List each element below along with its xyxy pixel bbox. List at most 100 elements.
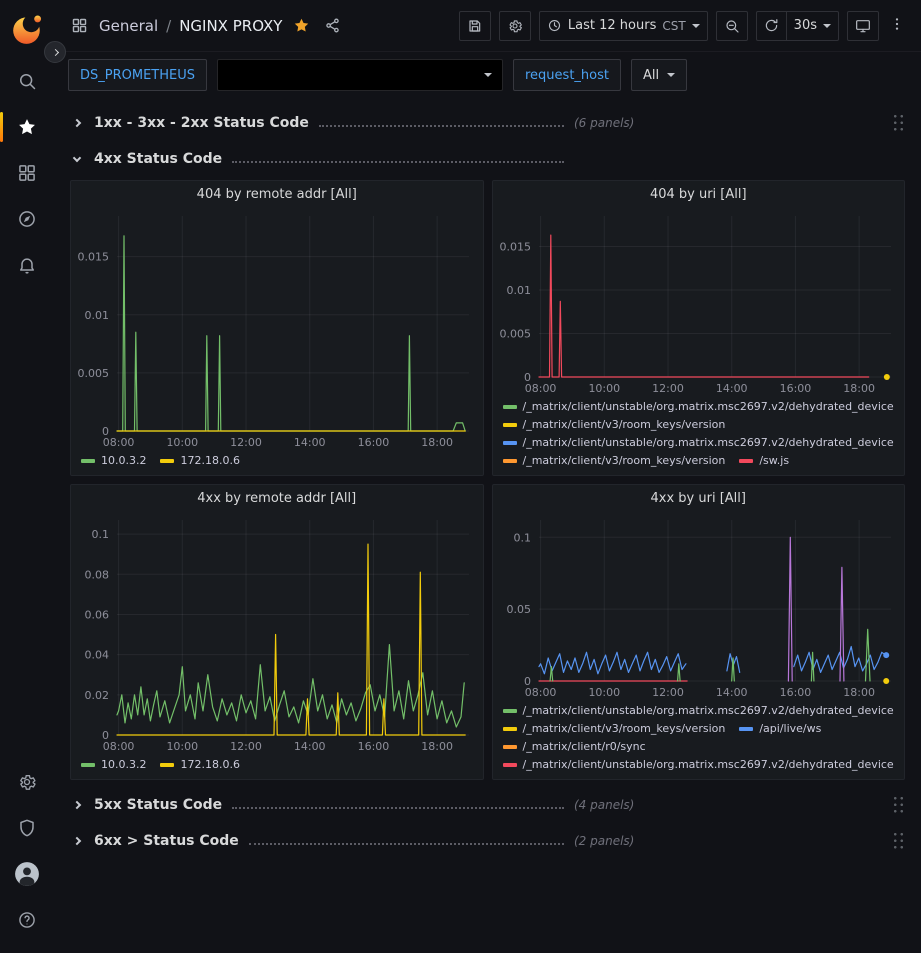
dashboards-icon[interactable] (0, 150, 54, 196)
server-admin-shield-icon[interactable] (0, 805, 54, 851)
datasource-variable-value-select[interactable] (217, 59, 503, 91)
legend-item[interactable]: /_matrix/client/unstable/org.matrix.msc2… (503, 434, 894, 452)
panel-title[interactable]: 404 by uri [All] (493, 181, 905, 208)
svg-text:0.08: 0.08 (85, 568, 110, 581)
row-dotted-leader (232, 152, 564, 163)
svg-text:0.015: 0.015 (499, 240, 531, 253)
legend-series-label: /_matrix/client/v3/room_keys/version (523, 452, 726, 470)
legend-series-label: 10.0.3.2 (101, 452, 146, 470)
row-header-4xx[interactable]: 4xx Status Code (70, 144, 905, 174)
legend-item[interactable]: /_matrix/client/unstable/org.matrix.msc2… (503, 398, 894, 416)
panel-4xx-by-remote-addr: 4xx by remote addr [All] 08:0010:0012:00… (70, 484, 484, 780)
chart-svg: 08:0010:0012:0014:0016:0018:0000.0050.01… (71, 208, 483, 451)
svg-text:0.05: 0.05 (506, 603, 531, 616)
panel-404-by-remote-addr: 404 by remote addr [All] 08:0010:0012:00… (70, 180, 484, 476)
breadcrumb: General / NGINX PROXY (99, 17, 282, 35)
panel-title[interactable]: 4xx by uri [All] (493, 485, 905, 512)
favorite-star-icon[interactable] (290, 14, 313, 37)
zoom-out-time-button[interactable] (716, 11, 748, 41)
legend-item[interactable]: 172.18.0.6 (160, 452, 239, 470)
search-icon[interactable] (0, 58, 54, 104)
panel-title[interactable]: 4xx by remote addr [All] (71, 485, 483, 512)
legend-row: /_matrix/client/v3/room_keys/version (503, 416, 895, 434)
datasource-variable-label[interactable]: DS_PROMETHEUS (68, 59, 207, 91)
grafana-logo-icon[interactable] (10, 12, 44, 46)
row-drag-handle-icon[interactable] (892, 831, 905, 851)
help-icon[interactable] (0, 897, 54, 943)
svg-text:0.02: 0.02 (85, 689, 110, 702)
timeseries-chart[interactable]: 08:0010:0012:0014:0016:0018:0000.0050.01… (493, 208, 905, 397)
legend-series-label: /_matrix/client/unstable/org.matrix.msc2… (523, 702, 894, 720)
breadcrumb-section[interactable]: General (99, 17, 158, 35)
row-chevron-down-icon (70, 158, 94, 161)
chart-legend: 10.0.3.2 172.18.0.6 (71, 755, 483, 779)
breadcrumb-separator: / (166, 17, 171, 35)
svg-text:0.1: 0.1 (92, 528, 110, 541)
legend-series-swatch (503, 727, 517, 731)
svg-text:0.015: 0.015 (78, 251, 110, 264)
apps-grid-icon (68, 14, 91, 37)
timeseries-chart[interactable]: 08:0010:0012:0014:0016:0018:0000.0050.01… (71, 208, 483, 451)
row-title: 5xx Status Code (94, 797, 222, 813)
share-icon[interactable] (321, 14, 344, 37)
legend-item[interactable]: /_matrix/client/v3/room_keys/version (503, 720, 726, 738)
svg-text:10:00: 10:00 (588, 686, 620, 699)
legend-item[interactable]: /_matrix/client/r0/sync (503, 738, 646, 756)
legend-row: /_matrix/client/v3/room_keys/version/sw.… (503, 452, 895, 470)
alerting-bell-icon[interactable] (0, 242, 54, 288)
refresh-interval-dropdown[interactable]: 30s (787, 11, 839, 41)
dashboard-settings-button[interactable] (499, 11, 531, 41)
kebab-menu-icon[interactable] (887, 12, 907, 39)
svg-text:18:00: 18:00 (421, 436, 453, 449)
row-panel-count: (2 panels) (574, 834, 634, 848)
legend-series-label: /api/live/ws (759, 720, 821, 738)
row-dotted-leader (319, 116, 564, 127)
row-chevron-right-icon (70, 838, 94, 844)
row-header-1xx-3xx-2xx[interactable]: 1xx - 3xx - 2xx Status Code (6 panels) (70, 108, 905, 138)
svg-text:0: 0 (524, 371, 531, 384)
row-header-6xx[interactable]: 6xx > Status Code (2 panels) (70, 826, 905, 856)
svg-text:16:00: 16:00 (779, 686, 811, 699)
time-range-picker[interactable]: Last 12 hours CST (539, 11, 708, 41)
legend-series-swatch (503, 441, 517, 445)
timeseries-chart[interactable]: 08:0010:0012:0014:0016:0018:0000.050.1 (493, 512, 905, 701)
row-panel-count: (4 panels) (574, 798, 634, 812)
legend-item[interactable]: /_matrix/client/v3/room_keys/version (503, 416, 726, 434)
chart-legend: /_matrix/client/unstable/org.matrix.msc2… (493, 397, 905, 475)
explore-compass-icon[interactable] (0, 196, 54, 242)
save-dashboard-button[interactable] (459, 11, 491, 41)
legend-series-label: 172.18.0.6 (180, 452, 239, 470)
row-header-5xx[interactable]: 5xx Status Code (4 panels) (70, 790, 905, 820)
time-range-label: Last 12 hours (568, 18, 656, 33)
legend-item[interactable]: /api/live/ws (739, 720, 821, 738)
template-variables-bar: DS_PROMETHEUS request_host All (54, 52, 921, 100)
legend-item[interactable]: 10.0.3.2 (81, 452, 146, 470)
tv-mode-button[interactable] (847, 11, 879, 41)
request-host-variable-label[interactable]: request_host (513, 59, 621, 91)
sidebar-expand-chevron-icon[interactable] (44, 41, 66, 63)
legend-item[interactable]: 10.0.3.2 (81, 756, 146, 774)
timeseries-chart[interactable]: 08:0010:0012:0014:0016:0018:0000.020.040… (71, 512, 483, 755)
refresh-icon-button[interactable] (756, 11, 787, 41)
svg-text:18:00: 18:00 (843, 382, 875, 395)
legend-item[interactable]: /_matrix/client/unstable/org.matrix.msc2… (503, 756, 894, 774)
chart-legend: 10.0.3.2 172.18.0.6 (71, 451, 483, 475)
row-chevron-right-icon (70, 120, 94, 126)
svg-text:0.01: 0.01 (85, 309, 110, 322)
svg-text:0: 0 (524, 675, 531, 688)
legend-item[interactable]: /_matrix/client/v3/room_keys/version (503, 452, 726, 470)
legend-item[interactable]: /sw.js (739, 452, 789, 470)
configuration-gear-icon[interactable] (0, 759, 54, 805)
user-avatar[interactable] (0, 851, 54, 897)
legend-item[interactable]: 172.18.0.6 (160, 756, 239, 774)
row-dotted-leader (249, 834, 564, 845)
svg-text:12:00: 12:00 (652, 686, 684, 699)
panel-title[interactable]: 404 by remote addr [All] (71, 181, 483, 208)
row-drag-handle-icon[interactable] (892, 113, 905, 133)
breadcrumb-dashboard-title[interactable]: NGINX PROXY (179, 17, 282, 35)
request-host-variable-value-select[interactable]: All (631, 59, 687, 91)
legend-item[interactable]: /_matrix/client/unstable/org.matrix.msc2… (503, 702, 894, 720)
starred-dashboards-icon[interactable] (0, 104, 54, 150)
legend-series-swatch (160, 763, 174, 767)
row-drag-handle-icon[interactable] (892, 795, 905, 815)
